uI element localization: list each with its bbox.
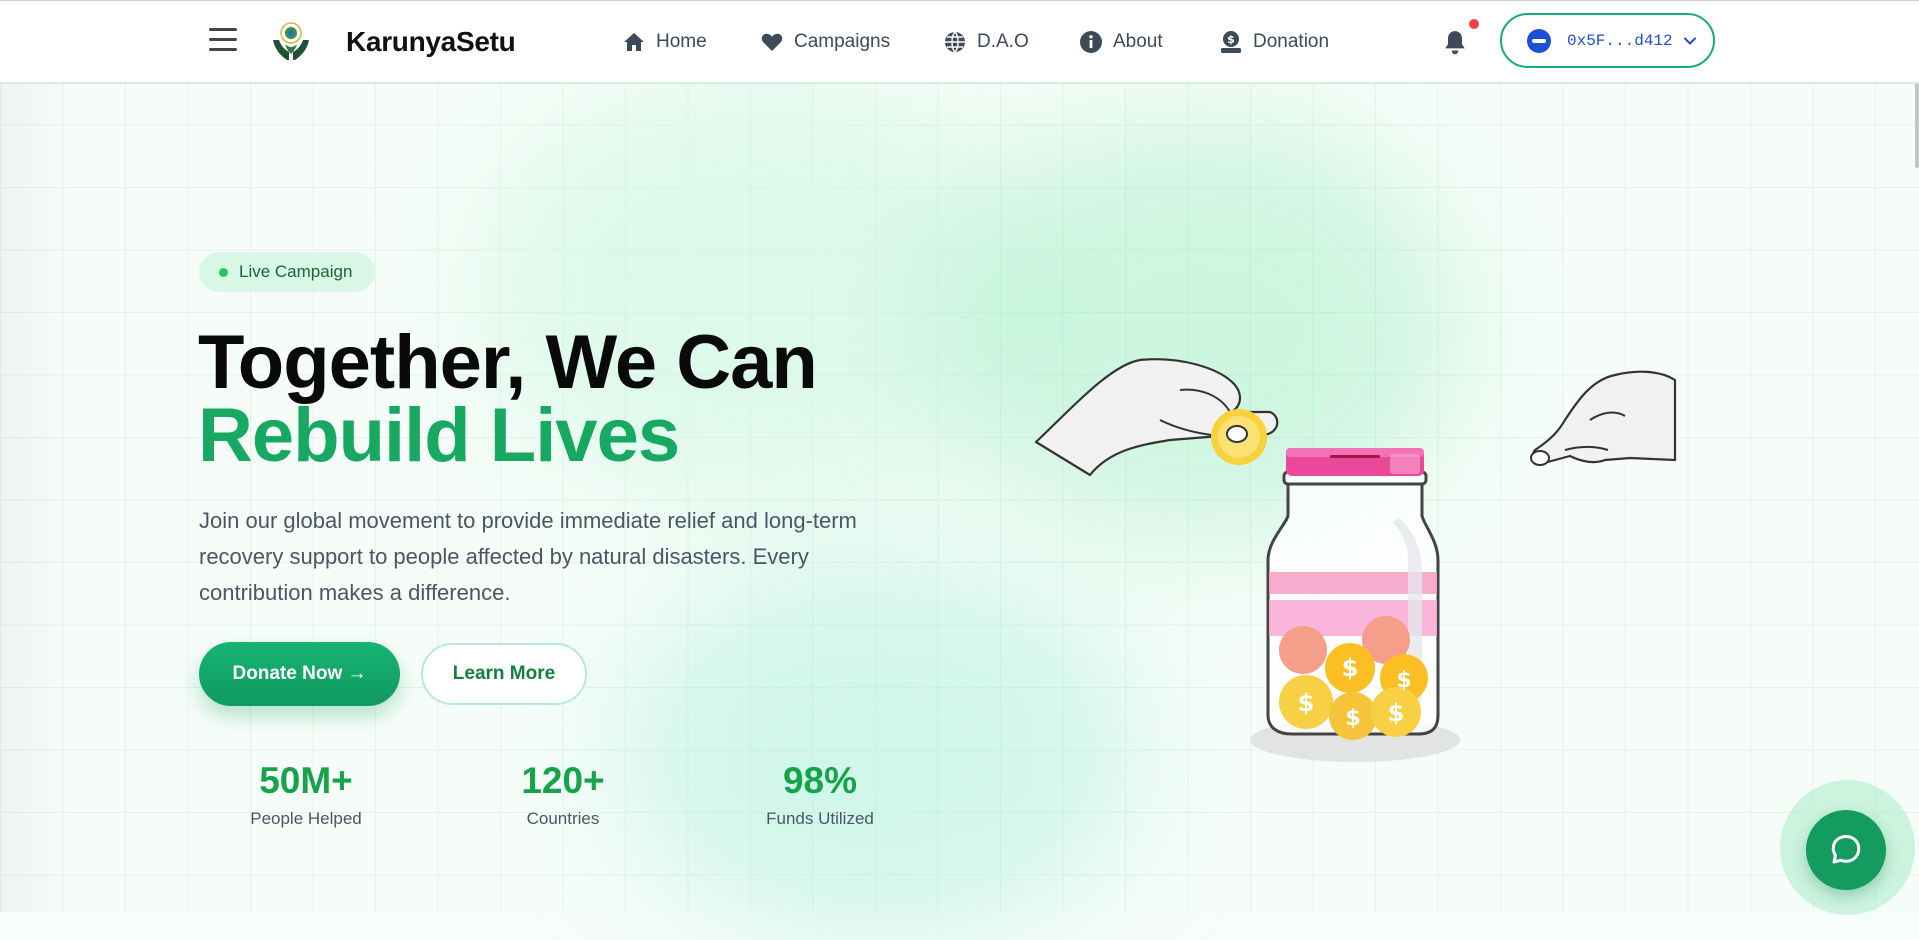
donate-now-label: Donate Now → (232, 663, 367, 684)
brand-name[interactable]: KarunyaSetu (346, 26, 516, 58)
stat-people-helped: 50M+ People Helped (206, 756, 406, 829)
wallet-button[interactable]: 0x5F...d412 (1500, 13, 1715, 68)
stat-value: 50M+ (259, 760, 353, 801)
svg-text:$: $ (1298, 689, 1315, 717)
nav-home[interactable]: Home (622, 1, 707, 82)
page-scrollbar[interactable] (1915, 82, 1919, 168)
wallet-network-icon (1527, 28, 1551, 53)
wallet-address: 0x5F...d412 (1567, 31, 1673, 50)
stat-label: People Helped (250, 809, 362, 828)
live-campaign-badge: Live Campaign (199, 252, 375, 292)
chat-bubble-icon (1831, 835, 1861, 864)
brand-logo (273, 22, 309, 60)
nav-donation[interactable]: $ Donation (1219, 1, 1329, 82)
stat-label: Funds Utilized (766, 809, 874, 828)
hero-title-line2: Rebuild Lives (198, 393, 680, 478)
bell-icon[interactable] (1442, 29, 1468, 57)
stat-countries: 120+ Countries (463, 756, 663, 829)
home-icon (624, 32, 644, 51)
svg-text:$: $ (1396, 668, 1411, 693)
heart-icon (761, 33, 783, 51)
top-navbar: KarunyaSetu Home Campaigns D.A.O About $… (0, 0, 1919, 84)
chat-button[interactable] (1806, 810, 1886, 890)
hamburger-menu-icon[interactable] (209, 28, 237, 52)
jar-icon: $ $ $ $ $ (1266, 448, 1440, 740)
notification-dot (1469, 19, 1479, 29)
edge-shade (0, 82, 70, 912)
right-hand-icon (1530, 370, 1677, 466)
stat-funds-utilized: 98% Funds Utilized (720, 756, 920, 829)
nav-label: Campaigns (794, 30, 891, 52)
donation-icon: $ (1221, 30, 1241, 53)
stat-value: 120+ (521, 760, 605, 801)
nav-label: About (1113, 30, 1163, 52)
svg-text:$: $ (1345, 706, 1360, 731)
chevron-down-icon (1683, 37, 1696, 45)
falling-coin-icon (1211, 409, 1267, 465)
svg-text:$: $ (1342, 654, 1359, 682)
svg-text:$: $ (1388, 699, 1405, 727)
learn-more-button[interactable]: Learn More (421, 643, 587, 705)
donation-jar-illustration: $ $ $ $ $ (1034, 358, 1677, 762)
badge-label: Live Campaign (239, 262, 353, 281)
nav-label: Home (656, 30, 707, 52)
nav-label: Donation (1253, 30, 1330, 52)
globe-icon (945, 31, 965, 52)
live-dot-icon (219, 267, 228, 277)
nav-dao[interactable]: D.A.O (943, 1, 1029, 82)
stat-value: 98% (782, 760, 858, 801)
donate-now-button[interactable]: Donate Now → (199, 642, 400, 706)
nav-campaigns[interactable]: Campaigns (760, 1, 890, 82)
nav-about[interactable]: About (1079, 1, 1163, 82)
nav-label: D.A.O (977, 30, 1029, 52)
learn-more-label: Learn More (452, 663, 556, 684)
svg-text:$: $ (1227, 33, 1235, 46)
stat-label: Countries (526, 809, 600, 828)
hero-description: Join our global movement to provide imme… (199, 508, 857, 605)
info-icon (1080, 30, 1102, 53)
